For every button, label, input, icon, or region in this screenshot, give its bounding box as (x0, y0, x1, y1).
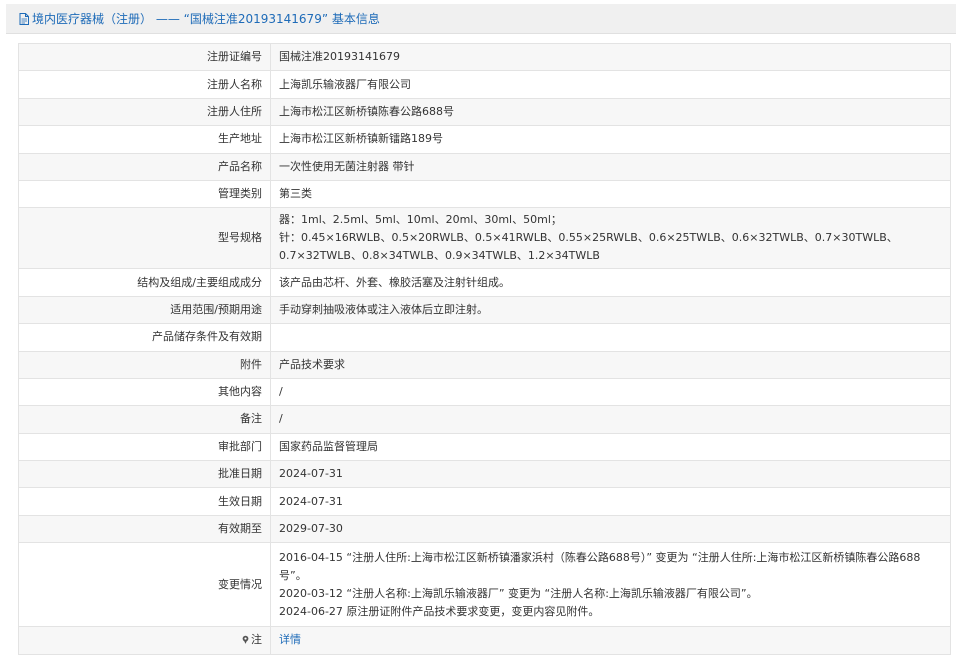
page-header: 境内医疗器械（注册） —— “国械注准20193141679” 基本信息 (6, 4, 956, 34)
row-label: 附件 (18, 350, 271, 379)
row-label: 结构及组成/主要组成成分 (18, 268, 271, 297)
change-entry: 2024-06-27 原注册证附件产品技术要求变更，变更内容见附件。 (279, 604, 600, 618)
pin-icon (242, 636, 249, 645)
row-value: 2024-07-31 (270, 460, 951, 489)
row-value: 2029-07-30 (270, 514, 951, 544)
table-row: 注册证编号 国械注准20193141679 (18, 42, 951, 72)
row-value: 上海市松江区新桥镇新镭路189号 (270, 125, 951, 154)
row-value: 器：1ml、2.5ml、5ml、10ml、20ml、30ml、50ml； 针：0… (270, 207, 951, 270)
row-label: 管理类别 (18, 179, 271, 209)
row-label: 批准日期 (18, 460, 271, 489)
table-row: 备注 / (18, 405, 951, 434)
row-value: 手动穿刺抽吸液体或注入液体后立即注射。 (270, 295, 951, 325)
table-row: 注册人名称 上海凯乐输液器厂有限公司 (18, 70, 951, 99)
row-label: 适用范围/预期用途 (18, 295, 271, 325)
row-value: 国家药品监督管理局 (270, 432, 951, 462)
row-label: 型号规格 (18, 207, 271, 270)
row-label: 注册人名称 (18, 70, 271, 99)
row-value: 2024-07-31 (270, 487, 951, 516)
row-label: 生产地址 (18, 125, 271, 154)
row-label: 产品名称 (18, 152, 271, 181)
row-label: 变更情况 (18, 542, 271, 628)
row-label: 生效日期 (18, 487, 271, 516)
table-row: 审批部门 国家药品监督管理局 (18, 432, 951, 462)
row-value: 上海凯乐输液器厂有限公司 (270, 70, 951, 99)
row-value: 第三类 (270, 179, 951, 209)
row-value: 国械注准20193141679 (270, 42, 951, 72)
table-row: 批准日期 2024-07-31 (18, 460, 951, 489)
row-value: / (270, 377, 951, 407)
table-row: 产品名称 一次性使用无菌注射器 带针 (18, 152, 951, 181)
row-value: 该产品由芯杆、外套、橡胶活塞及注射针组成。 (270, 268, 951, 297)
row-label: 备注 (18, 405, 271, 434)
row-label: 注册证编号 (18, 42, 271, 72)
row-value: 详情 (270, 626, 951, 655)
row-value (270, 323, 951, 352)
table-row: 注 详情 (18, 626, 951, 655)
table-row: 注册人住所 上海市松江区新桥镇陈春公路688号 (18, 97, 951, 127)
table-row: 变更情况 2016-04-15 “注册人住所:上海市松江区新桥镇潘家浜村（陈春公… (18, 542, 951, 628)
row-value: 产品技术要求 (270, 350, 951, 379)
table-row: 生效日期 2024-07-31 (18, 487, 951, 516)
spec-line-needle: 针：0.45×16RWLB、0.5×20RWLB、0.5×41RWLB、0.55… (279, 231, 898, 263)
table-row: 其他内容 / (18, 377, 951, 407)
row-label: 注册人住所 (18, 97, 271, 127)
details-link[interactable]: 详情 (279, 633, 301, 646)
table-row: 有效期至 2029-07-30 (18, 514, 951, 544)
note-label: 注 (251, 633, 262, 647)
row-value: 2016-04-15 “注册人住所:上海市松江区新桥镇潘家浜村（陈春公路688号… (270, 542, 951, 628)
row-label: 有效期至 (18, 514, 271, 544)
row-value: / (270, 405, 951, 434)
registration-info-table: 注册证编号 国械注准20193141679 注册人名称 上海凯乐输液器厂有限公司… (18, 42, 951, 655)
row-value: 一次性使用无菌注射器 带针 (270, 152, 951, 181)
table-row: 适用范围/预期用途 手动穿刺抽吸液体或注入液体后立即注射。 (18, 295, 951, 325)
row-label: 其他内容 (18, 377, 271, 407)
spec-line-syringe: 器：1ml、2.5ml、5ml、10ml、20ml、30ml、50ml； (279, 213, 562, 227)
table-row: 结构及组成/主要组成成分 该产品由芯杆、外套、橡胶活塞及注射针组成。 (18, 268, 951, 297)
row-label: 注 (18, 626, 271, 655)
table-row: 附件 产品技术要求 (18, 350, 951, 379)
page-title: 境内医疗器械（注册） —— “国械注准20193141679” 基本信息 (32, 12, 380, 26)
row-value: 上海市松江区新桥镇陈春公路688号 (270, 97, 951, 127)
table-row: 管理类别 第三类 (18, 179, 951, 209)
table-row: 产品储存条件及有效期 (18, 323, 951, 352)
table-row: 型号规格 器：1ml、2.5ml、5ml、10ml、20ml、30ml、50ml… (18, 207, 951, 270)
row-label: 审批部门 (18, 432, 271, 462)
row-label: 产品储存条件及有效期 (18, 323, 271, 352)
change-entry: 2020-03-12 “注册人名称:上海凯乐输液器厂” 变更为 “注册人名称:上… (279, 586, 758, 600)
change-entry: 2016-04-15 “注册人住所:上海市松江区新桥镇潘家浜村（陈春公路688号… (279, 550, 921, 582)
table-row: 生产地址 上海市松江区新桥镇新镭路189号 (18, 125, 951, 154)
document-icon (19, 12, 29, 25)
